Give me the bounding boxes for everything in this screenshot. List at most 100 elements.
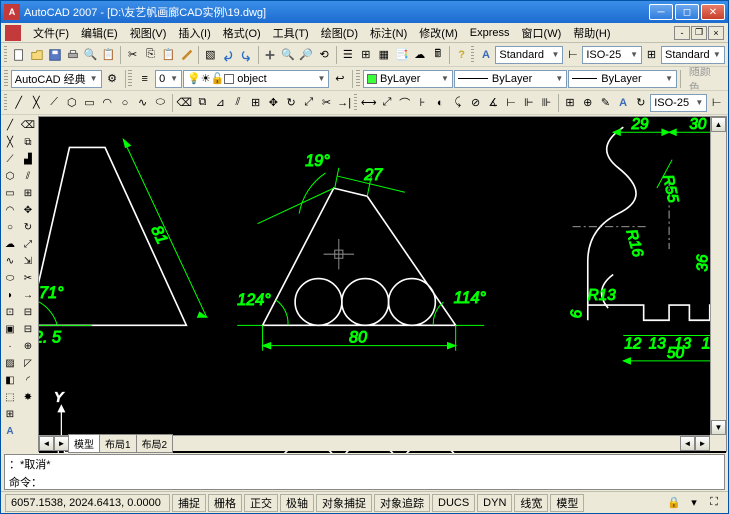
dim-diameter-button[interactable]: ⊘ [467, 93, 484, 113]
dim-continue-button[interactable]: ⊪ [538, 93, 555, 113]
revcloud-button[interactable]: ☁ [2, 236, 19, 253]
menu-window[interactable]: 窗口(W) [516, 23, 568, 43]
dim-tedit-button[interactable]: A [615, 93, 632, 113]
tolerance-button[interactable]: ⊞ [562, 93, 579, 113]
lineweight-combo[interactable]: ByLayer▼ [568, 70, 677, 88]
table-style-icon[interactable]: ⊞ [643, 45, 660, 65]
menu-format[interactable]: 格式(O) [217, 23, 267, 43]
rectangle-button[interactable]: ▭ [81, 93, 98, 113]
menu-modify[interactable]: 修改(M) [413, 23, 464, 43]
mirror-button[interactable]: ⊿ [212, 93, 229, 113]
toolbar-grip[interactable] [4, 94, 7, 112]
dim-aligned-button[interactable]: ⤢ [379, 93, 396, 113]
layer-previous-button[interactable]: ↩ [330, 69, 349, 89]
dim-update-button[interactable]: ↻ [633, 93, 650, 113]
tab-layout2[interactable]: 布局2 [136, 434, 174, 453]
scroll-up-button[interactable]: ▲ [711, 117, 726, 132]
center-mark-button[interactable]: ⊕ [579, 93, 596, 113]
properties-button[interactable]: ☰ [339, 45, 356, 65]
plot-style-button[interactable]: 随颜色 [684, 69, 725, 89]
dim-baseline-button[interactable]: ⊩ [520, 93, 537, 113]
sheet-set-button[interactable]: 📑 [393, 45, 410, 65]
toolbar-grip[interactable] [356, 70, 360, 88]
toolbar-grip[interactable] [354, 94, 357, 112]
workspace-combo[interactable]: AutoCAD 经典▼ [11, 70, 102, 88]
toggle-ortho[interactable]: 正交 [244, 494, 278, 512]
array-button-2[interactable]: ⊞ [20, 185, 37, 202]
save-button[interactable] [46, 45, 63, 65]
toggle-polar[interactable]: 极轴 [280, 494, 314, 512]
fillet-button[interactable]: ◜ [20, 372, 37, 389]
layer-state-combo[interactable]: 0▼ [155, 70, 182, 88]
circle-button[interactable]: ○ [117, 93, 134, 113]
mdi-restore-button[interactable]: ❐ [691, 26, 707, 40]
command-prompt[interactable]: 命令： [5, 473, 724, 491]
scale-button[interactable]: ⤢ [300, 93, 317, 113]
mdi-minimize-button[interactable]: - [674, 26, 690, 40]
tab-nav-prev[interactable]: ◄ [39, 436, 54, 451]
ellipse-arc-button[interactable]: ◗ [2, 287, 19, 304]
menu-help[interactable]: 帮助(H) [567, 23, 616, 43]
move-button[interactable]: ✥ [265, 93, 282, 113]
rectangle-button-2[interactable]: ▭ [2, 185, 19, 202]
scroll-right-button[interactable]: ► [695, 436, 710, 451]
line-tool-button[interactable]: ╱ [10, 93, 27, 113]
calculator-button[interactable]: 🖩 [429, 45, 446, 65]
menu-view[interactable]: 视图(V) [124, 23, 173, 43]
toggle-ducs[interactable]: DUCS [432, 494, 475, 512]
design-center-button[interactable]: ⊞ [357, 45, 374, 65]
trim-button-2[interactable]: ✂ [20, 270, 37, 287]
help-button[interactable]: ? [453, 45, 470, 65]
scroll-down-button[interactable]: ▼ [711, 420, 726, 435]
zoom-realtime-button[interactable]: 🔍 [280, 45, 297, 65]
table-button[interactable]: ⊞ [2, 406, 19, 423]
table-style-combo[interactable]: Standard▼ [661, 46, 725, 64]
ellipse-button-2[interactable]: ⬭ [2, 270, 19, 287]
mdi-close-button[interactable]: × [708, 26, 724, 40]
xline-button-2[interactable]: ╳ [2, 134, 19, 151]
toggle-otrack[interactable]: 对象追踪 [374, 494, 430, 512]
spline-button-2[interactable]: ∿ [2, 253, 19, 270]
clean-screen-button[interactable]: ⛶ [704, 493, 724, 513]
menu-express[interactable]: Express [464, 25, 516, 41]
coords-readout[interactable]: 6057.1538, 2024.6413, 0.0000 [5, 494, 170, 512]
tab-nav-next[interactable]: ► [54, 436, 69, 451]
scroll-left-button[interactable]: ◄ [680, 436, 695, 451]
color-combo[interactable]: ByLayer▼ [363, 70, 453, 88]
toolbar-grip[interactable] [4, 70, 8, 88]
dim-ordinate-button[interactable]: ⊦ [414, 93, 431, 113]
make-block-button[interactable]: ▣ [2, 321, 19, 338]
menu-draw[interactable]: 绘图(D) [315, 23, 364, 43]
dim-angular-button[interactable]: ∡ [485, 93, 502, 113]
toolbar-grip[interactable] [128, 70, 132, 88]
menu-edit[interactable]: 编辑(E) [75, 23, 124, 43]
offset-button-2[interactable]: ⫽ [20, 168, 37, 185]
mirror-button-2[interactable]: ▟ [20, 151, 37, 168]
open-button[interactable] [28, 45, 45, 65]
insert-block-button[interactable]: ⊡ [2, 304, 19, 321]
array-button[interactable]: ⊞ [247, 93, 264, 113]
hatch-button[interactable]: ▨ [2, 355, 19, 372]
tool-palette-button[interactable]: ▦ [375, 45, 392, 65]
point-button[interactable]: · [2, 338, 19, 355]
extend-button[interactable]: →| [336, 93, 353, 113]
markup-button[interactable]: ☁ [411, 45, 428, 65]
arc-button-2[interactable]: ◠ [2, 202, 19, 219]
erase-button[interactable]: ⌫ [176, 93, 194, 113]
join-button[interactable]: ⊕ [20, 338, 37, 355]
dim-style-combo[interactable]: ISO-25▼ [582, 46, 642, 64]
dim-radius-button[interactable]: ◐ [432, 93, 449, 113]
status-comm-icon[interactable]: 🔒 [664, 493, 684, 513]
tab-model[interactable]: 模型 [68, 434, 100, 453]
copy-button-2[interactable]: ⧉ [20, 134, 37, 151]
menu-tools[interactable]: 工具(T) [267, 23, 315, 43]
gradient-button[interactable]: ◧ [2, 372, 19, 389]
pline-button-2[interactable]: ⟋ [2, 151, 19, 168]
toggle-grid[interactable]: 栅格 [208, 494, 242, 512]
chamfer-button[interactable]: ◸ [20, 355, 37, 372]
dim-style-icon[interactable]: ⊢ [564, 45, 581, 65]
mtext-button[interactable]: A [2, 423, 19, 440]
stretch-button[interactable]: ⇲ [20, 253, 37, 270]
publish-button[interactable]: 📋 [100, 45, 117, 65]
drawing-canvas[interactable]: X Y 71° 81 2. 5 [39, 117, 726, 453]
